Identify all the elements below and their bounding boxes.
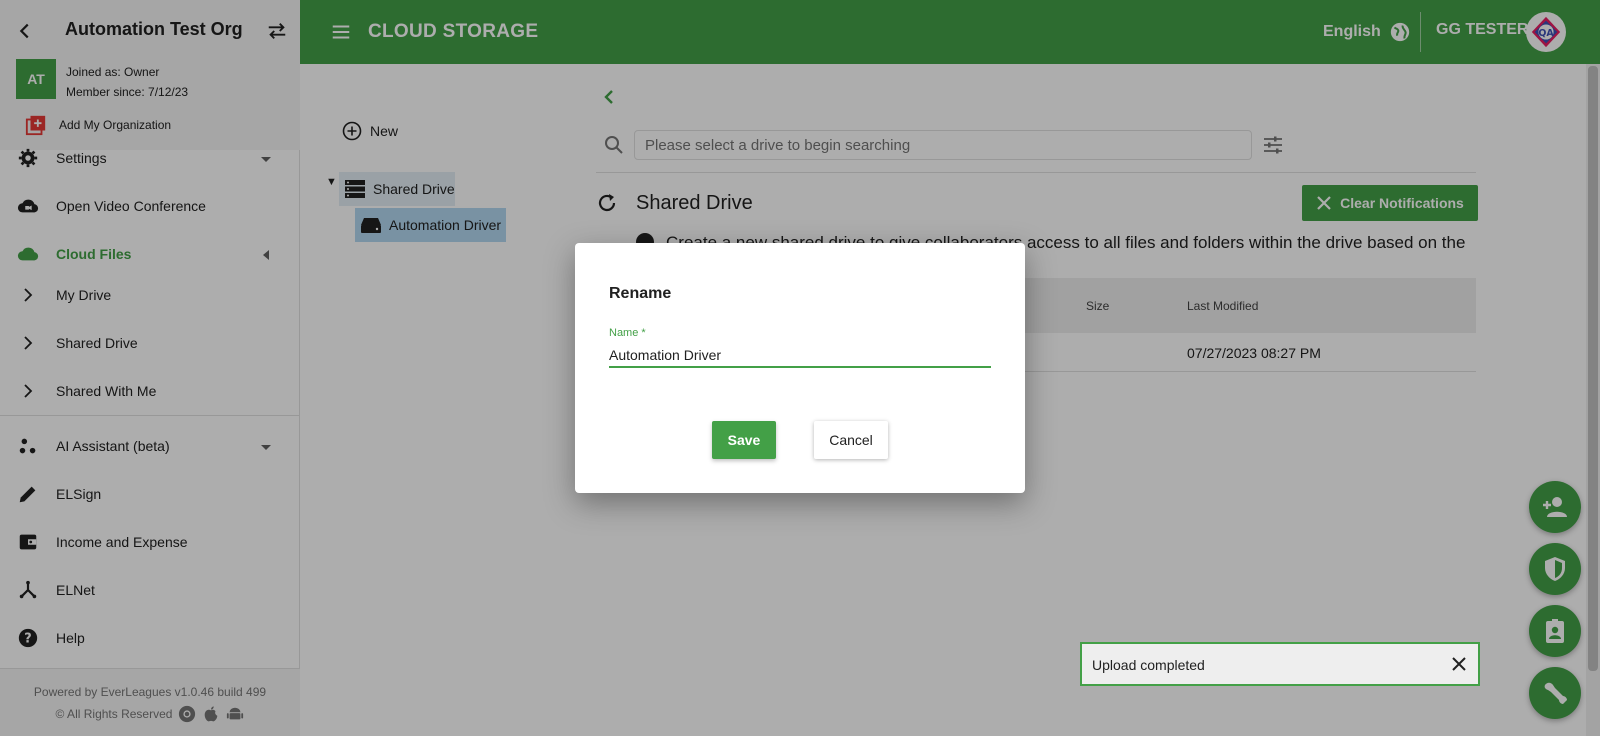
- rename-dialog: Rename Name * Save Cancel: [575, 243, 1025, 493]
- save-button[interactable]: Save: [712, 421, 776, 459]
- toast-message: Upload completed: [1092, 657, 1205, 673]
- upload-toast: Upload completed: [1080, 642, 1480, 686]
- name-input[interactable]: [609, 344, 991, 368]
- name-label-text: Name: [609, 327, 639, 339]
- dialog-title: Rename: [609, 285, 672, 302]
- name-field-label: Name *: [609, 327, 646, 339]
- required-mark: *: [641, 327, 646, 339]
- cancel-button[interactable]: Cancel: [814, 421, 888, 459]
- close-icon[interactable]: [1450, 655, 1468, 673]
